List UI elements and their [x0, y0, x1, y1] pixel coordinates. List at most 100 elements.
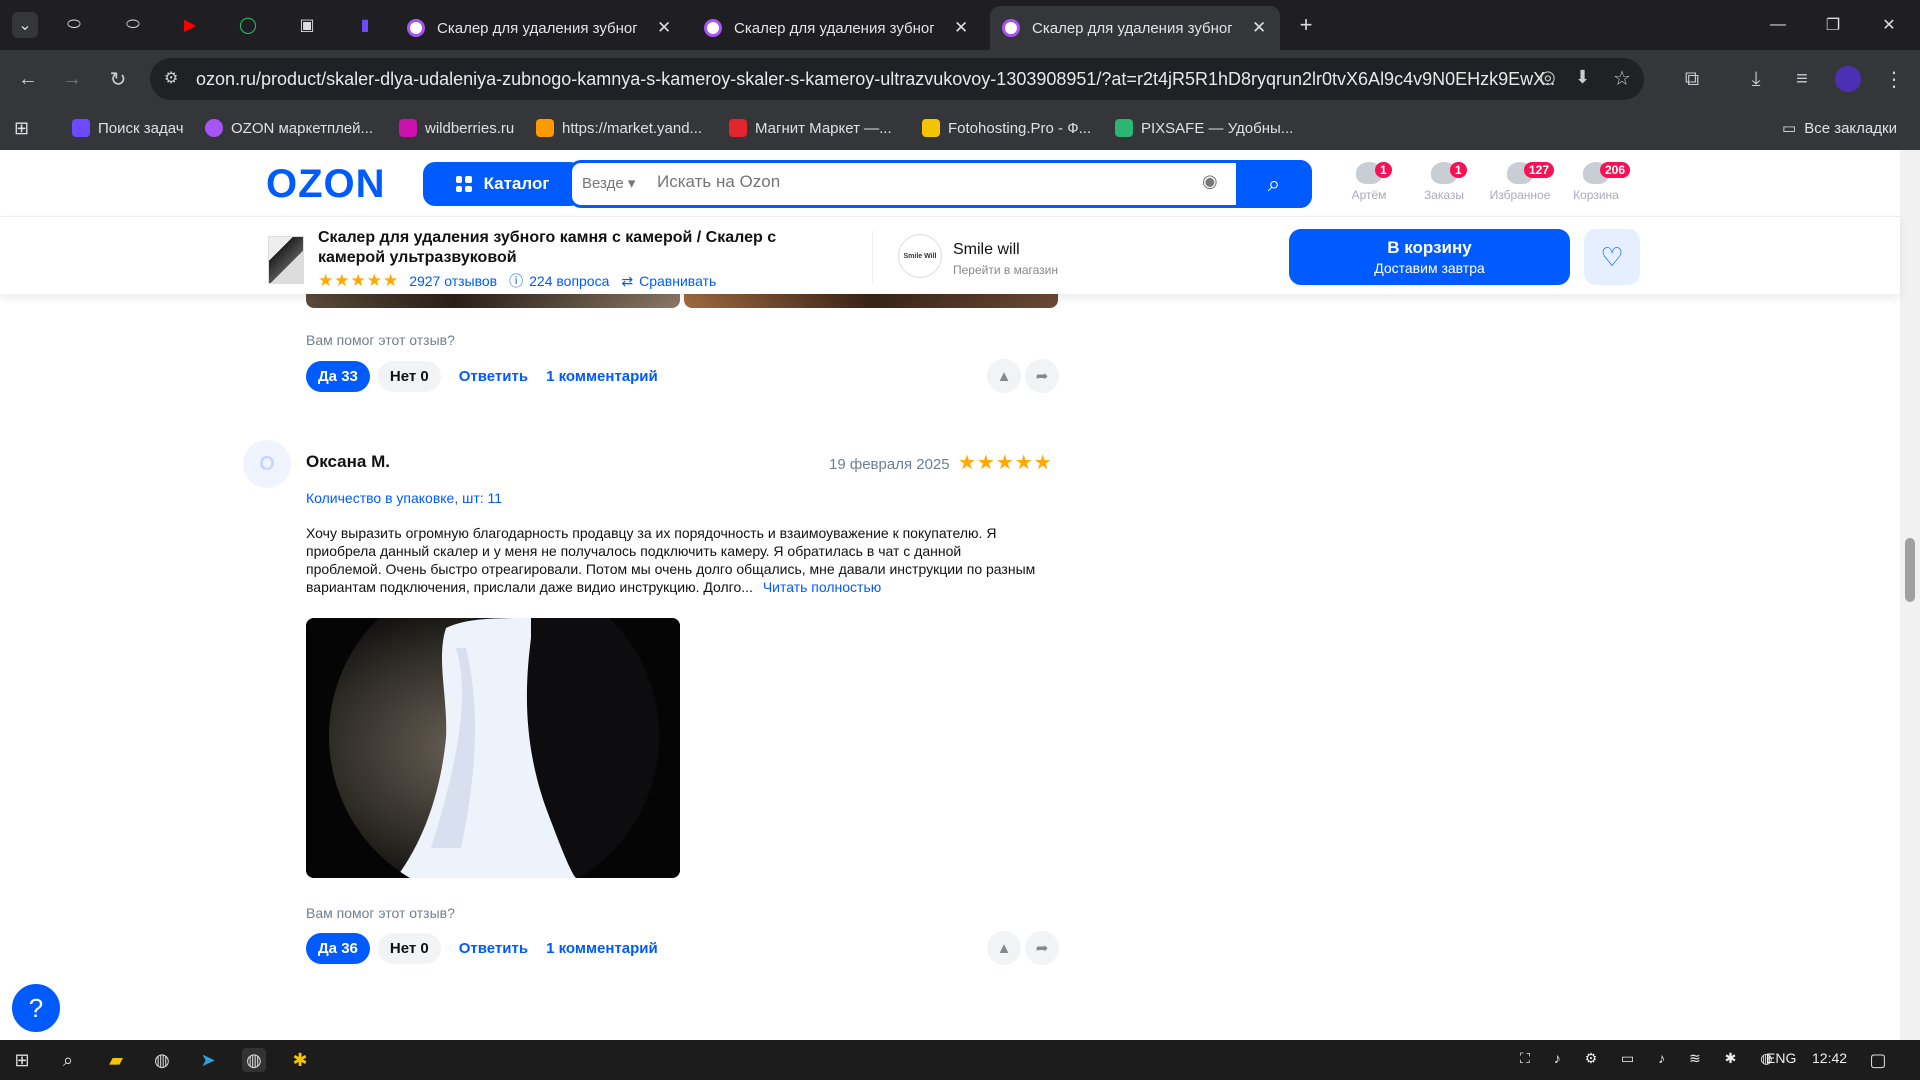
- language-indicator[interactable]: ENG: [1766, 1050, 1796, 1066]
- downloads-icon[interactable]: ⤓: [1740, 63, 1772, 95]
- close-tab-icon[interactable]: ✕: [657, 18, 671, 38]
- search-button[interactable]: ⌕: [1236, 160, 1312, 208]
- menu-icon[interactable]: ⋮: [1878, 63, 1910, 95]
- help-button[interactable]: ?: [8, 980, 64, 1036]
- vote-yes-button[interactable]: Да 33: [306, 360, 370, 392]
- pinned-tab-icon[interactable]: ⬭: [61, 12, 87, 38]
- notifications-icon[interactable]: ▢: [1866, 1048, 1890, 1072]
- divider: [872, 231, 873, 283]
- seller-name[interactable]: Smile will: [953, 241, 1020, 259]
- scrollbar[interactable]: [1900, 150, 1920, 1040]
- vote-no-button[interactable]: Нет 0: [377, 932, 441, 964]
- file-explorer-icon[interactable]: ▰: [104, 1048, 128, 1072]
- bookmark-star-icon[interactable]: ☆: [1613, 66, 1631, 91]
- report-button[interactable]: ▲: [987, 931, 1021, 965]
- tracking-off-icon[interactable]: ◎: [1540, 67, 1556, 88]
- tab-ozon-2[interactable]: Скалер для удаления зубного ✕: [692, 6, 982, 50]
- bookmark-label: Fotohosting.Pro - Ф...: [948, 119, 1092, 137]
- pinned-tab-icon[interactable]: ▮: [352, 12, 378, 38]
- review-photo[interactable]: [684, 294, 1058, 308]
- install-app-icon[interactable]: ⬇: [1575, 67, 1590, 88]
- product-thumbnail[interactable]: [268, 236, 304, 284]
- reply-link[interactable]: Ответить: [459, 940, 528, 957]
- share-button[interactable]: ➦: [1025, 931, 1059, 965]
- ozon-favicon-icon: [1002, 19, 1020, 37]
- header-cart[interactable]: 206 Корзина: [1556, 162, 1636, 202]
- seller-logo[interactable]: Smile Will: [898, 234, 942, 278]
- app-icon[interactable]: ✱: [288, 1048, 312, 1072]
- read-more-link[interactable]: Читать полностью: [763, 579, 881, 595]
- search-scope-dropdown[interactable]: Везде ▾: [582, 174, 635, 192]
- pinned-tab-icon[interactable]: ◯: [235, 12, 261, 38]
- helpful-question: Вам помог этот отзыв?: [306, 332, 455, 348]
- camera-search-icon[interactable]: ◉: [1202, 171, 1218, 192]
- pinned-tab-icon[interactable]: ⬭: [120, 12, 146, 38]
- apps-grid-icon[interactable]: ⊞: [14, 118, 29, 139]
- comments-link[interactable]: 1 комментарий: [546, 368, 658, 385]
- catalog-button[interactable]: Каталог: [423, 162, 582, 206]
- media-control-icon[interactable]: ≡: [1786, 63, 1818, 95]
- bookmark-label: Магнит Маркет —...: [755, 119, 892, 137]
- header-profile[interactable]: 1 Артём: [1329, 162, 1409, 202]
- extensions-icon[interactable]: ⧉: [1676, 63, 1708, 95]
- review-variant[interactable]: Количество в упаковке, шт: 11: [306, 490, 502, 506]
- url-text[interactable]: ozon.ru/product/skaler-dlya-udaleniya-zu…: [196, 69, 1556, 90]
- clock[interactable]: 12:42: [1812, 1050, 1847, 1066]
- comments-link[interactable]: 1 комментарий: [546, 940, 658, 957]
- chrome-icon[interactable]: ◍: [150, 1048, 174, 1072]
- review-photo[interactable]: [306, 294, 680, 308]
- chrome-active-icon[interactable]: ◍: [242, 1048, 266, 1072]
- youtube-tab-icon[interactable]: ▶: [177, 12, 203, 38]
- search-input[interactable]: [657, 172, 1177, 192]
- warning-icon: ▲: [996, 367, 1012, 385]
- bookmark-favicon-icon: [729, 119, 747, 137]
- reload-icon[interactable]: ↻: [102, 63, 134, 95]
- ozon-logo[interactable]: OZON: [266, 162, 386, 207]
- new-tab-icon[interactable]: +: [1293, 12, 1319, 38]
- close-window-icon[interactable]: ✕: [1876, 12, 1902, 38]
- compare-link[interactable]: Сравнивать: [639, 273, 716, 289]
- site-info-icon[interactable]: ⚙: [164, 68, 178, 88]
- back-icon[interactable]: ←: [12, 63, 44, 95]
- all-bookmarks[interactable]: ▭ Все закладки: [1782, 119, 1897, 138]
- reviews-link[interactable]: 2927 отзывов: [409, 273, 497, 289]
- tab-ozon-active[interactable]: Скалер для удаления зубного ✕: [990, 6, 1280, 50]
- telegram-icon[interactable]: ➤: [196, 1048, 220, 1072]
- share-button[interactable]: ➦: [1025, 359, 1059, 393]
- favorite-button[interactable]: ♡: [1584, 229, 1640, 285]
- add-to-cart-button[interactable]: В корзину Доставим завтра: [1289, 229, 1570, 285]
- cart-button-sub: Доставим завтра: [1374, 260, 1485, 276]
- address-bar[interactable]: ⚙ ozon.ru/product/skaler-dlya-udaleniya-…: [150, 58, 1644, 100]
- tab-search-chevron-icon[interactable]: ⌄: [12, 12, 38, 38]
- start-icon[interactable]: ⊞: [10, 1048, 34, 1072]
- minimize-icon[interactable]: —: [1765, 12, 1791, 38]
- close-tab-icon[interactable]: ✕: [954, 18, 968, 38]
- tray-icons[interactable]: ⛶ ♪ ⚙ ▭ ♪ ≋ ✱ ◍: [1520, 1050, 1782, 1067]
- forward-icon[interactable]: →: [56, 63, 88, 95]
- header-favorites[interactable]: 127 Избранное: [1480, 162, 1560, 202]
- bookmark-item[interactable]: wildberries.ru: [399, 119, 514, 137]
- bookmark-item[interactable]: PIXSAFE — Удобны...: [1115, 119, 1293, 137]
- header-orders[interactable]: 1 Заказы: [1404, 162, 1484, 202]
- bookmark-item[interactable]: Fotohosting.Pro - Ф...: [922, 119, 1091, 137]
- questions-link[interactable]: 224 вопроса: [529, 273, 609, 289]
- review-photo[interactable]: [306, 618, 680, 878]
- seller-store-link[interactable]: Перейти в магазин: [953, 263, 1058, 277]
- profile-avatar[interactable]: [1832, 63, 1864, 95]
- bookmarks-bar: ⊞ Поиск задач OZON маркетплей... wildber…: [0, 108, 1920, 150]
- scrollbar-thumb[interactable]: [1905, 538, 1915, 602]
- tab-ozon-1[interactable]: Скалер для удаления зубного ✕: [395, 6, 685, 50]
- bookmark-item[interactable]: Магнит Маркет —...: [729, 119, 892, 137]
- restore-icon[interactable]: ❐: [1820, 12, 1846, 38]
- vote-no-button[interactable]: Нет 0: [377, 360, 441, 392]
- close-tab-icon[interactable]: ✕: [1252, 18, 1266, 38]
- review-text: Хочу выразить огромную благодарность про…: [306, 524, 1036, 596]
- bookmark-item[interactable]: OZON маркетплей...: [205, 119, 373, 137]
- report-button[interactable]: ▲: [987, 359, 1021, 393]
- reply-link[interactable]: Ответить: [459, 368, 528, 385]
- bookmark-item[interactable]: https://market.yand...: [536, 119, 702, 137]
- bookmark-item[interactable]: Поиск задач: [72, 119, 184, 137]
- vote-yes-button[interactable]: Да 36: [306, 932, 370, 964]
- pinned-tab-icon[interactable]: ▣: [294, 12, 320, 38]
- search-icon[interactable]: ⌕: [56, 1048, 80, 1072]
